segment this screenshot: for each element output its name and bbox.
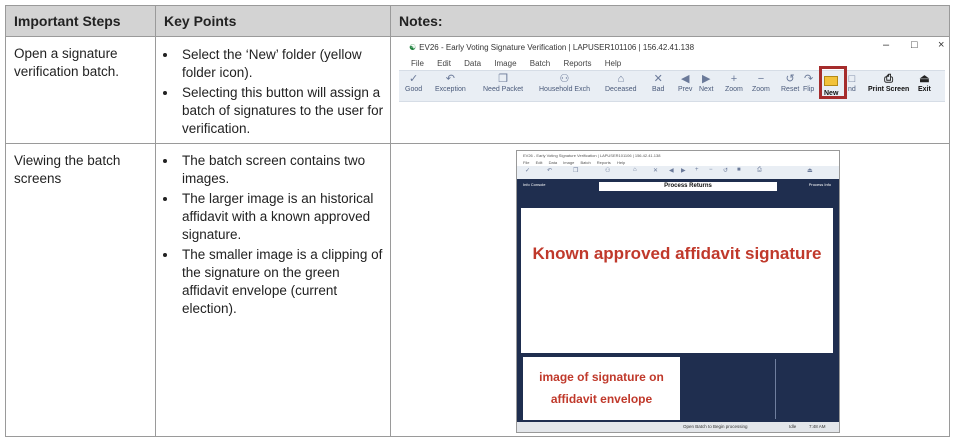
- step-viewing-batch: Viewing the batch screens: [14, 153, 121, 186]
- checkmark-icon[interactable]: ✓: [525, 167, 530, 174]
- packet-icon: ❐: [498, 73, 508, 85]
- process-returns-bar: Process Returns: [599, 182, 777, 191]
- x-icon[interactable]: ✕: [653, 167, 658, 174]
- menu-edit[interactable]: Edit: [536, 160, 543, 165]
- app-icon: ☯: [409, 43, 417, 52]
- header-important-steps: Important Steps: [6, 6, 155, 36]
- toolbar: ✓ ↶ ❐ ⚇ ⌂ ✕ ◀ ▶ + − ↺ ■ ⎙ ⏏: [517, 166, 839, 179]
- flip-button[interactable]: ↷ Flip: [803, 73, 814, 93]
- reset-icon[interactable]: ↺: [723, 167, 728, 174]
- exception-icon[interactable]: ↶: [547, 167, 552, 174]
- next-button[interactable]: ▶ Next: [699, 73, 713, 93]
- app-window-screenshot: ☯ EV26 - Early Voting Signature Verificat…: [399, 37, 945, 103]
- new-button-highlight: [819, 66, 847, 99]
- exception-button[interactable]: ↶ Exception: [435, 73, 466, 93]
- x-icon: ✕: [653, 73, 663, 85]
- exit-icon[interactable]: ⏏: [807, 167, 813, 174]
- menu-bar: File Edit Data Image Batch Reports Help: [411, 59, 632, 68]
- key-point: Selecting this button will assign a batc…: [178, 84, 384, 138]
- key-point: The larger image is an historical affida…: [178, 190, 384, 244]
- exit-button[interactable]: ⏏ Exit: [918, 73, 931, 93]
- status-time: 7:48 AM: [809, 424, 826, 429]
- window-title: EV26 - Early Voting Signature Verificati…: [523, 153, 661, 158]
- status-message: Open Batch to Begin processing: [683, 424, 748, 429]
- key-points-row-1: Select the ‘New’ folder (yellow folder i…: [156, 37, 390, 140]
- menu-bar: File Edit Data Image Batch Reports Help: [523, 160, 630, 165]
- menu-reports[interactable]: Reports: [563, 59, 591, 68]
- corner-label-left: Info Console: [523, 182, 546, 187]
- maximize-icon[interactable]: □: [911, 39, 918, 51]
- prev-arrow-icon[interactable]: ◀: [669, 167, 674, 174]
- menu-file[interactable]: File: [523, 160, 529, 165]
- panel-divider: [775, 359, 776, 419]
- need-packet-button[interactable]: ❐ Need Packet: [483, 73, 523, 93]
- batch-screen-screenshot: EV26 - Early Voting Signature Verificati…: [516, 150, 840, 433]
- minimize-icon[interactable]: –: [883, 39, 889, 51]
- exit-icon: ⏏: [919, 73, 930, 85]
- menu-reports[interactable]: Reports: [597, 160, 611, 165]
- zoom-out-icon: −: [757, 73, 765, 85]
- folder-icon[interactable]: ■: [737, 167, 741, 173]
- menu-file[interactable]: File: [411, 59, 424, 68]
- menu-image[interactable]: Image: [494, 59, 516, 68]
- packet-icon[interactable]: ❐: [573, 167, 578, 174]
- corner-label-right: Process Info: [808, 182, 831, 187]
- zoom-in-button[interactable]: + Zoom: [725, 73, 743, 93]
- printer-icon[interactable]: ⎙: [757, 167, 762, 174]
- reset-icon: ↺: [785, 73, 795, 85]
- status-state: Idle: [789, 424, 797, 429]
- menu-data[interactable]: Data: [549, 160, 557, 165]
- bad-button[interactable]: ✕ Bad: [652, 73, 664, 93]
- printer-icon: ⎙: [884, 73, 894, 85]
- key-point: Select the ‘New’ folder (yellow folder i…: [178, 46, 384, 82]
- step-open-batch: Open a signature verification batch.: [14, 46, 120, 79]
- zoom-out-icon[interactable]: −: [709, 167, 713, 173]
- header-notes: Notes:: [391, 6, 949, 36]
- end-icon: □: [848, 73, 856, 85]
- end-button[interactable]: □ nd: [848, 73, 856, 93]
- print-screen-button[interactable]: ⎙ Print Screen: [868, 73, 909, 93]
- flip-icon: ↷: [804, 73, 814, 85]
- key-point: The batch screen contains two images.: [178, 152, 384, 188]
- envelope-signature-image: image of signature on affidavit envelope: [523, 357, 680, 420]
- historical-affidavit-label: Known approved affidavit signature: [532, 244, 822, 263]
- window-title: ☯ EV26 - Early Voting Signature Verificat…: [409, 43, 695, 52]
- deceased-icon[interactable]: ⌂: [633, 167, 637, 173]
- close-icon[interactable]: ×: [938, 39, 944, 51]
- zoom-in-icon: +: [730, 73, 738, 85]
- status-bar: Open Batch to Begin processing Idle 7:48…: [517, 422, 839, 432]
- reset-button[interactable]: ↺ Reset: [781, 73, 799, 93]
- zoom-in-icon[interactable]: +: [695, 167, 699, 173]
- envelope-signature-label: image of signature on affidavit envelope: [539, 370, 664, 406]
- zoom-out-button[interactable]: − Zoom: [752, 73, 770, 93]
- menu-batch[interactable]: Batch: [580, 160, 590, 165]
- historical-affidavit-image: Known approved affidavit signature: [521, 208, 833, 353]
- household-exch-button[interactable]: ⚇ Household Exch: [539, 73, 590, 93]
- next-arrow-icon[interactable]: ▶: [681, 167, 686, 174]
- prev-button[interactable]: ◀ Prev: [678, 73, 692, 93]
- next-arrow-icon: ▶: [701, 73, 711, 85]
- toolbar: ✓ Good ↶ Exception ❐ Need Packet ⚇ Household…: [399, 70, 945, 102]
- menu-image[interactable]: Image: [563, 160, 574, 165]
- good-button[interactable]: ✓ Good: [405, 73, 422, 93]
- deceased-button[interactable]: ⌂ Deceased: [605, 73, 637, 93]
- menu-help[interactable]: Help: [605, 59, 621, 68]
- household-icon[interactable]: ⚇: [605, 167, 610, 174]
- menu-help[interactable]: Help: [617, 160, 625, 165]
- grid-line: [390, 6, 391, 436]
- header-key-points: Key Points: [156, 6, 390, 36]
- key-point: The smaller image is a clipping of the s…: [178, 246, 384, 318]
- checkmark-icon: ✓: [408, 73, 419, 85]
- batch-viewer: Info Console Process Returns Process Inf…: [517, 179, 839, 432]
- household-icon: ⚇: [559, 73, 570, 85]
- deceased-icon: ⌂: [617, 73, 625, 85]
- menu-batch[interactable]: Batch: [530, 59, 550, 68]
- exception-icon: ↶: [445, 73, 455, 85]
- key-points-row-2: The batch screen contains two images. Th…: [156, 144, 390, 320]
- prev-arrow-icon: ◀: [680, 73, 690, 85]
- menu-edit[interactable]: Edit: [437, 59, 451, 68]
- menu-data[interactable]: Data: [464, 59, 481, 68]
